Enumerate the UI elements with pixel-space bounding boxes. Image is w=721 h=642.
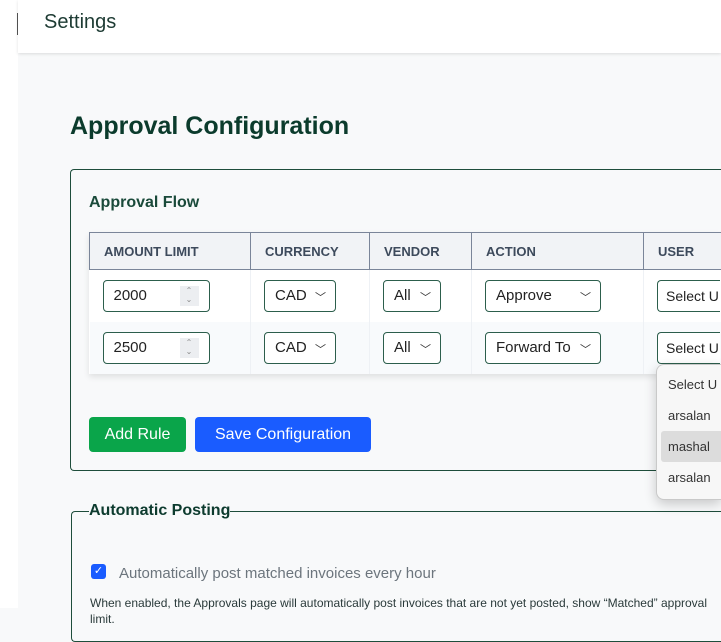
automatic-posting-legend: Automatic Posting (89, 502, 231, 519)
spinner-icon[interactable]: ⌃ ⌄ (179, 337, 199, 358)
vendor-select[interactable]: All ﹀ (383, 331, 441, 364)
header-title: Settings (44, 11, 117, 33)
vendor-value: All (394, 339, 411, 356)
amount-value: 2500 (113, 339, 147, 356)
currency-select[interactable]: CAD ﹀ (264, 331, 336, 364)
sidebar-edge (0, 0, 18, 608)
dropdown-option[interactable]: Select U (661, 369, 721, 400)
page-title: Approval Configuration (70, 112, 350, 140)
col-amount-limit: AMOUNT LIMIT (89, 232, 251, 270)
auto-post-label[interactable]: Automatically post matched invoices ever… (119, 565, 436, 582)
currency-value: CAD (275, 287, 307, 305)
chevron-down-icon: ﹀ (315, 291, 326, 304)
spinner-icon[interactable]: ⌃ ⌄ (179, 285, 199, 306)
col-user: USER (643, 232, 721, 270)
dropdown-option[interactable]: arsalan (661, 462, 721, 493)
action-value: Approve (496, 287, 552, 305)
amount-input[interactable]: 2500 ⌃ ⌄ (102, 331, 210, 364)
rules-table: AMOUNT LIMIT CURRENCY VENDOR ACTION USER… (89, 232, 721, 374)
approval-flow-title: Approval Flow (89, 194, 200, 211)
add-rule-button[interactable]: Add Rule (89, 417, 186, 452)
action-select[interactable]: Approve ﹀ (485, 279, 601, 312)
amount-input[interactable]: 2000 ⌃ ⌄ (102, 279, 210, 312)
auto-post-note: When enabled, the Approvals page will au… (90, 596, 708, 626)
top-header: Settings (18, 0, 721, 53)
chevron-down-icon: ﹀ (420, 291, 431, 304)
dropdown-option[interactable]: mashal (661, 431, 721, 462)
user-select[interactable]: Select U (657, 279, 720, 312)
table-row: 2000 ⌃ ⌄ CAD ﹀ All ﹀ Approve ﹀ Select U (89, 269, 721, 322)
col-currency: CURRENCY (250, 232, 370, 270)
chevron-down-icon: ﹀ (580, 291, 591, 304)
vendor-select[interactable]: All ﹀ (383, 279, 441, 312)
action-select[interactable]: Forward To ﹀ (485, 331, 601, 364)
chevron-down-icon: ﹀ (315, 343, 326, 356)
user-value: Select U (666, 339, 719, 356)
col-action: ACTION (471, 232, 644, 270)
user-value: Select U (666, 287, 719, 304)
user-dropdown-menu: Select U arsalan mashal arsalan (656, 364, 721, 500)
user-select[interactable]: Select U (657, 331, 720, 364)
approval-flow-card: Approval Flow AMOUNT LIMIT CURRENCY VEND… (70, 169, 721, 471)
vendor-value: All (394, 287, 411, 305)
currency-value: CAD (275, 339, 307, 356)
dropdown-option[interactable]: arsalan (661, 400, 721, 431)
amount-value: 2000 (113, 287, 147, 305)
save-configuration-button[interactable]: Save Configuration (195, 417, 371, 452)
automatic-posting-section: Automatic Posting ✓ Automatically post m… (71, 502, 721, 642)
currency-select[interactable]: CAD ﹀ (264, 279, 336, 312)
chevron-down-icon: ﹀ (580, 343, 591, 356)
action-value: Forward To (496, 339, 571, 356)
table-row: 2500 ⌃ ⌄ CAD ﹀ All ﹀ Forward To ﹀ Select U (89, 321, 721, 374)
chevron-down-icon: ﹀ (420, 343, 431, 356)
auto-post-checkbox[interactable]: ✓ (91, 564, 106, 579)
col-vendor: VENDOR (369, 232, 472, 270)
